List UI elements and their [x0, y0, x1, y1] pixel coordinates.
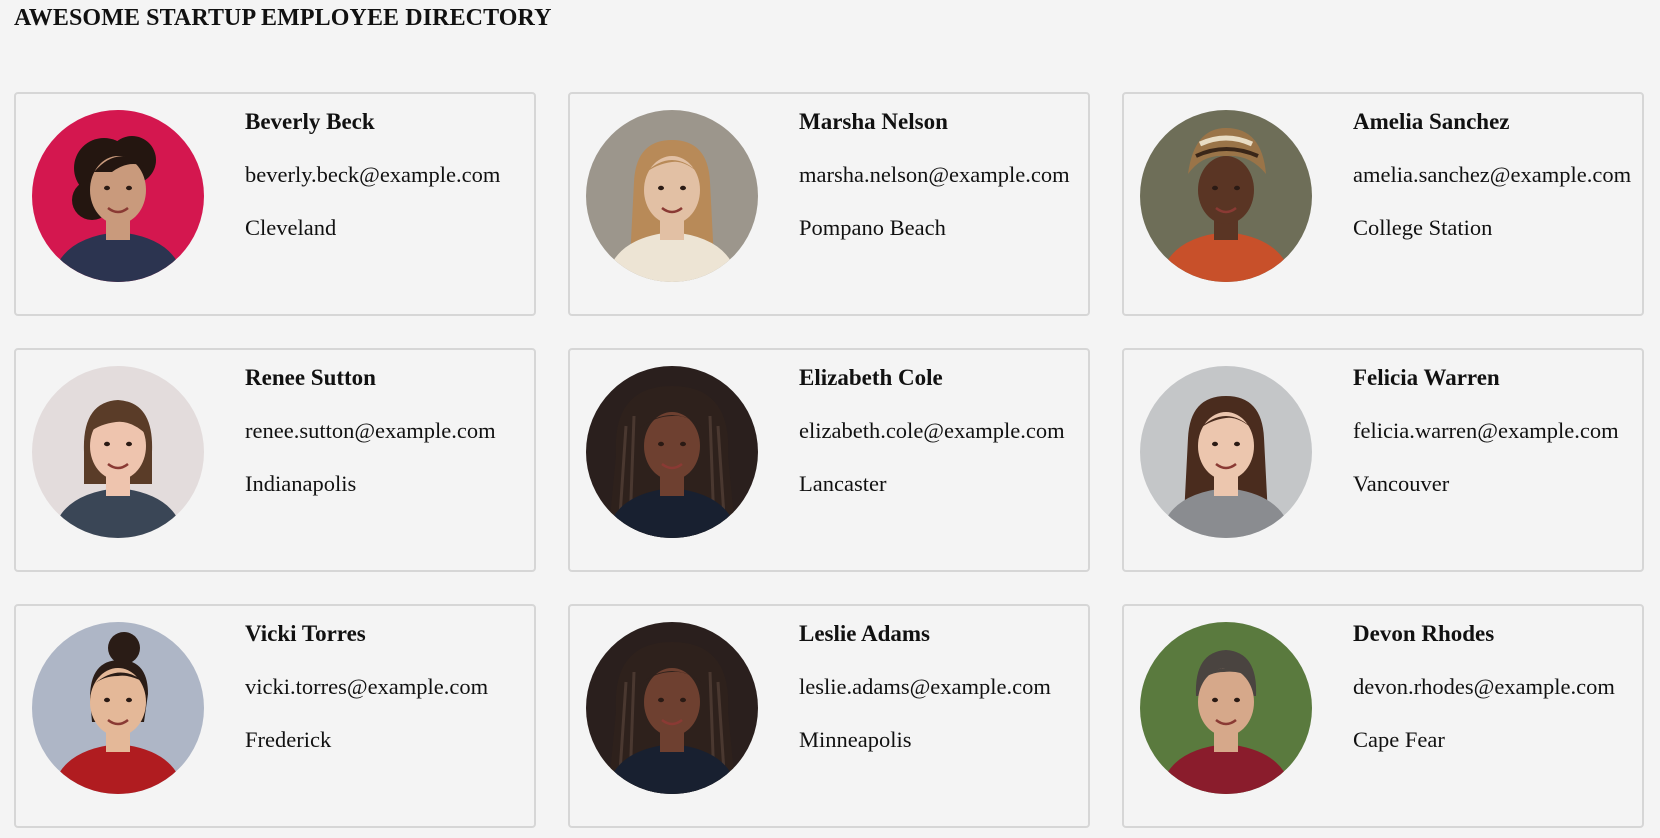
employee-avatar — [586, 366, 758, 538]
employee-name: Devon Rhodes — [1353, 621, 1495, 646]
employee-info: Elizabeth Cole elizabeth.cole@example.co… — [799, 364, 1065, 498]
page-title: AWESOME STARTUP EMPLOYEE DIRECTORY — [14, 5, 552, 31]
employee-email[interactable]: amelia.sanchez@example.com — [1353, 161, 1631, 189]
employee-info: Beverly Beck beverly.beck@example.com Cl… — [245, 108, 500, 242]
employee-city: Cleveland — [245, 215, 337, 240]
employee-card[interactable]: Marsha Nelson marsha.nelson@example.com … — [568, 92, 1090, 316]
employee-email[interactable]: renee.sutton@example.com — [245, 417, 496, 445]
employee-city: Vancouver — [1353, 471, 1450, 496]
employee-avatar — [32, 622, 204, 794]
employee-city: College Station — [1353, 215, 1493, 240]
employee-card[interactable]: Vicki Torres vicki.torres@example.com Fr… — [14, 604, 536, 828]
employee-info: Leslie Adams leslie.adams@example.com Mi… — [799, 620, 1051, 754]
employee-card[interactable]: Leslie Adams leslie.adams@example.com Mi… — [568, 604, 1090, 828]
employee-avatar — [32, 110, 204, 282]
employee-name: Renee Sutton — [245, 365, 376, 390]
employee-card[interactable]: Felicia Warren felicia.warren@example.co… — [1122, 348, 1644, 572]
employee-name: Beverly Beck — [245, 109, 375, 134]
employee-name: Marsha Nelson — [799, 109, 948, 134]
employee-card[interactable]: Renee Sutton renee.sutton@example.com In… — [14, 348, 536, 572]
employee-email[interactable]: leslie.adams@example.com — [799, 673, 1051, 701]
employee-avatar — [1140, 110, 1312, 282]
employee-info: Marsha Nelson marsha.nelson@example.com … — [799, 108, 1070, 242]
employee-card[interactable]: Amelia Sanchez amelia.sanchez@example.co… — [1122, 92, 1644, 316]
employee-name: Felicia Warren — [1353, 365, 1500, 390]
employee-info: Vicki Torres vicki.torres@example.com Fr… — [245, 620, 488, 754]
employee-name: Elizabeth Cole — [799, 365, 943, 390]
employee-email[interactable]: beverly.beck@example.com — [245, 161, 500, 189]
employee-info: Amelia Sanchez amelia.sanchez@example.co… — [1353, 108, 1631, 242]
employee-info: Felicia Warren felicia.warren@example.co… — [1353, 364, 1619, 498]
employee-avatar — [32, 366, 204, 538]
employee-card[interactable]: Elizabeth Cole elizabeth.cole@example.co… — [568, 348, 1090, 572]
employee-info: Renee Sutton renee.sutton@example.com In… — [245, 364, 496, 498]
employee-info: Devon Rhodes devon.rhodes@example.com Ca… — [1353, 620, 1615, 754]
employee-avatar — [1140, 366, 1312, 538]
employee-city: Lancaster — [799, 471, 887, 496]
employee-city: Minneapolis — [799, 727, 912, 752]
employee-grid: Beverly Beck beverly.beck@example.com Cl… — [14, 92, 1644, 828]
employee-avatar — [586, 110, 758, 282]
employee-name: Leslie Adams — [799, 621, 930, 646]
employee-email[interactable]: devon.rhodes@example.com — [1353, 673, 1615, 701]
employee-card[interactable]: Beverly Beck beverly.beck@example.com Cl… — [14, 92, 536, 316]
employee-avatar — [1140, 622, 1312, 794]
employee-city: Indianapolis — [245, 471, 357, 496]
employee-card[interactable]: Devon Rhodes devon.rhodes@example.com Ca… — [1122, 604, 1644, 828]
employee-email[interactable]: felicia.warren@example.com — [1353, 417, 1619, 445]
employee-email[interactable]: marsha.nelson@example.com — [799, 161, 1070, 189]
employee-name: Vicki Torres — [245, 621, 366, 646]
employee-name: Amelia Sanchez — [1353, 109, 1510, 134]
employee-city: Pompano Beach — [799, 215, 946, 240]
employee-email[interactable]: elizabeth.cole@example.com — [799, 417, 1065, 445]
employee-avatar — [586, 622, 758, 794]
employee-city: Frederick — [245, 727, 332, 752]
employee-email[interactable]: vicki.torres@example.com — [245, 673, 488, 701]
employee-city: Cape Fear — [1353, 727, 1445, 752]
